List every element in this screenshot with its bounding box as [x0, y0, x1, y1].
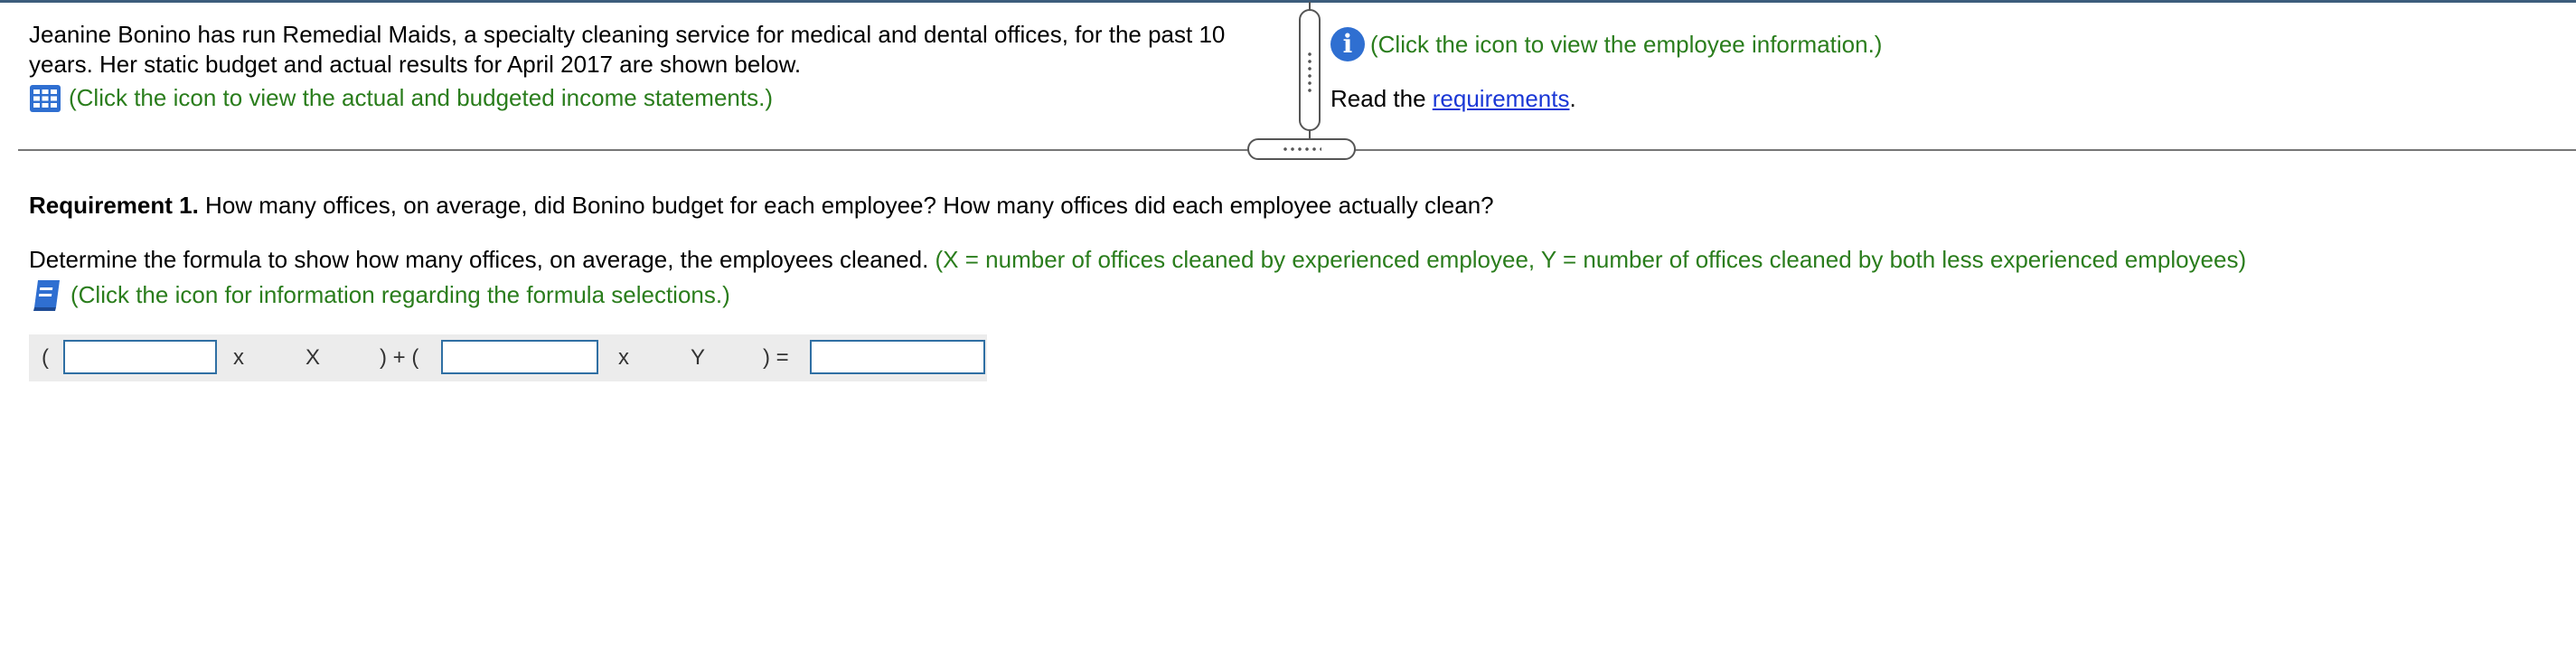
employee-info-link[interactable]: (Click the icon to view the employee inf… [1370, 29, 1882, 60]
times-sign-1: x [233, 345, 244, 370]
read-suffix: . [1569, 85, 1576, 112]
grip-dots-icon [1282, 147, 1321, 151]
horizontal-splitter-handle[interactable] [1247, 138, 1356, 160]
employee-info-row[interactable]: i (Click the icon to view the employee i… [1330, 27, 1882, 61]
info-panel: i (Click the icon to view the employee i… [1330, 27, 1882, 114]
times-sign-2: x [618, 345, 629, 370]
read-requirements-line: Read the requirements. [1330, 83, 1882, 114]
formula-input-1[interactable] [63, 340, 217, 374]
formula-help-link[interactable]: (Click the icon for information regardin… [71, 281, 730, 309]
open-paren-1: ( [42, 345, 49, 370]
requirement-1-label: Requirement 1. [29, 192, 199, 219]
close-equals: ) = [763, 345, 789, 370]
formula-instruction: Determine the formula to show how many o… [29, 246, 929, 273]
requirement-1: Requirement 1. How many offices, on aver… [29, 192, 1494, 220]
requirements-link[interactable]: requirements [1433, 85, 1570, 112]
statements-link-text[interactable]: (Click the icon to view the actual and b… [69, 83, 773, 113]
spreadsheet-grid-icon[interactable] [29, 84, 61, 113]
intro-text: Jeanine Bonino has run Remedial Maids, a… [29, 21, 1226, 78]
grip-dots-icon [1308, 51, 1312, 96]
formula-hint: (X = number of offices cleaned by experi… [928, 246, 2247, 273]
vertical-splitter-handle[interactable] [1299, 9, 1321, 131]
variable-x: X [306, 345, 321, 370]
formula-instruction-line: Determine the formula to show how many o… [29, 244, 2246, 275]
info-icon[interactable]: i [1330, 27, 1365, 61]
formula-result-input[interactable] [810, 340, 985, 374]
top-border [0, 0, 2576, 3]
requirement-1-question: How many offices, on average, did Bonino… [198, 192, 1494, 219]
formula-row: ( x X ) + ( x Y ) = [29, 334, 987, 381]
read-prefix: Read the [1330, 85, 1433, 112]
close-plus-open: ) + ( [380, 345, 419, 370]
variable-y: Y [691, 345, 706, 370]
formula-input-2[interactable] [441, 340, 598, 374]
statements-link-row[interactable]: (Click the icon to view the actual and b… [29, 83, 1276, 113]
book-icon[interactable] [29, 277, 65, 313]
formula-help-row[interactable]: (Click the icon for information regardin… [29, 277, 730, 313]
intro-section: Jeanine Bonino has run Remedial Maids, a… [29, 20, 1276, 113]
